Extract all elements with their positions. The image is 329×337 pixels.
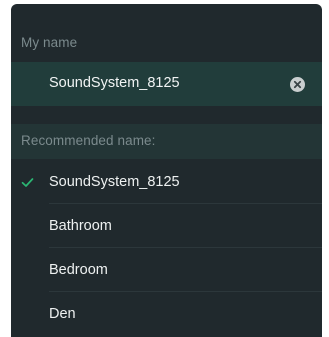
- divider: [49, 247, 322, 248]
- rename-device-panel: My name SoundSystem_8125 Recommended nam…: [11, 4, 322, 337]
- name-input-value[interactable]: SoundSystem_8125: [49, 75, 180, 91]
- divider: [49, 203, 322, 204]
- recommended-option-bedroom[interactable]: Bedroom: [11, 249, 322, 292]
- option-label: SoundSystem_8125: [49, 174, 180, 190]
- checkmark-icon: [21, 175, 34, 193]
- option-label: Bathroom: [49, 218, 112, 234]
- recommended-header: Recommended name:: [11, 124, 322, 159]
- recommended-name-label: Recommended name:: [21, 133, 156, 148]
- recommended-option-soundsystem[interactable]: SoundSystem_8125: [11, 161, 322, 204]
- clear-icon[interactable]: [290, 77, 305, 92]
- name-input-field[interactable]: SoundSystem_8125: [11, 62, 322, 106]
- recommended-option-den[interactable]: Den: [11, 293, 322, 336]
- clear-x-glyph: [293, 80, 302, 89]
- recommended-option-bathroom[interactable]: Bathroom: [11, 205, 322, 248]
- my-name-label: My name: [21, 35, 78, 50]
- option-label: Den: [49, 306, 76, 322]
- divider: [49, 291, 322, 292]
- option-label: Bedroom: [49, 262, 108, 278]
